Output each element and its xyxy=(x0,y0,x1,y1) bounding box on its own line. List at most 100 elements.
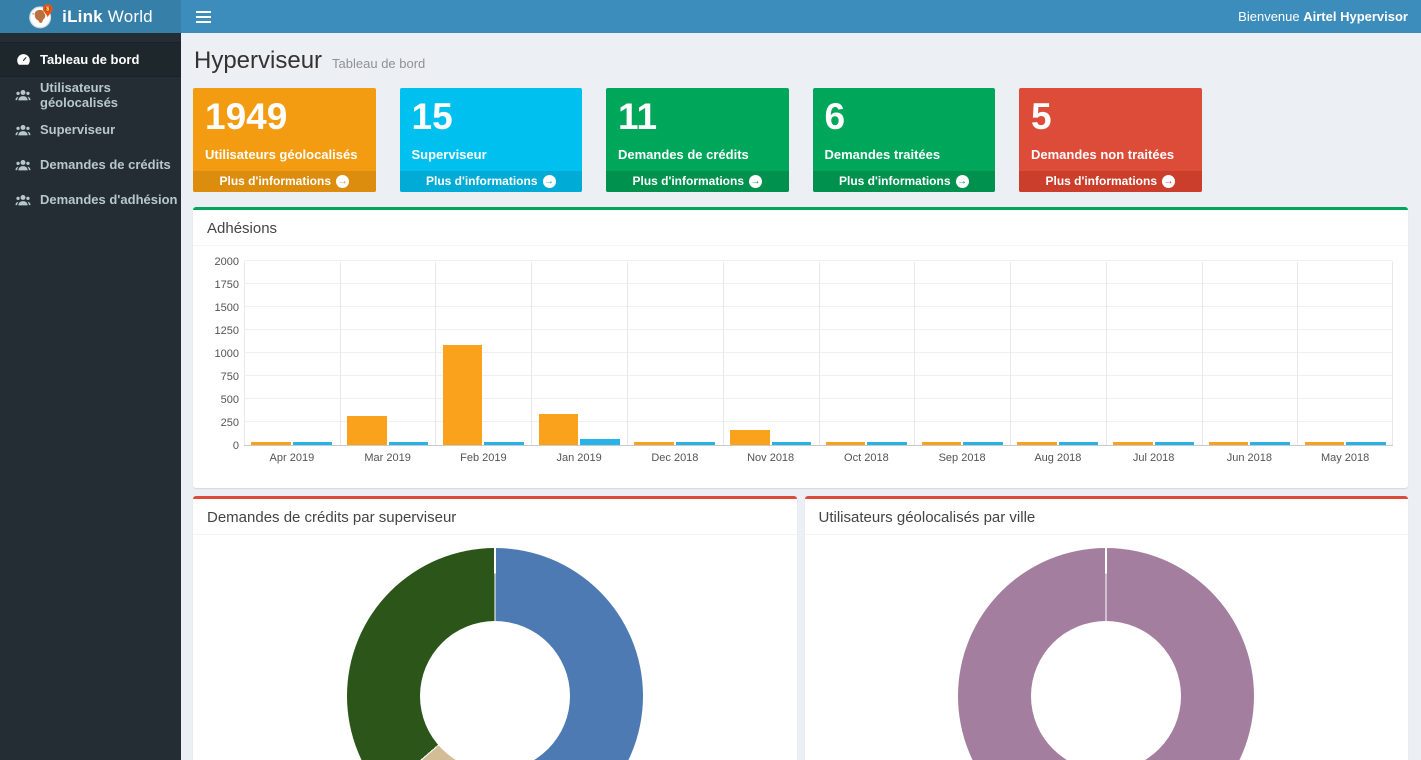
credits-by-supervisor-chart xyxy=(193,535,797,760)
donut-row: Demandes de crédits par superviseur Util… xyxy=(193,496,1408,760)
x-axis-tick-label: Jun 2018 xyxy=(1227,452,1272,464)
bar-group-nov-2018 xyxy=(723,262,819,445)
users-by-city-box: Utilisateurs géolocalisés par ville xyxy=(805,496,1409,760)
stat-card-value: 5 xyxy=(1031,95,1190,139)
users-by-city-chart xyxy=(805,535,1409,760)
stat-card-more-link[interactable]: Plus d'informations → xyxy=(813,171,996,192)
y-axis-tick-label: 1750 xyxy=(205,279,239,291)
bar-group-sep-2018 xyxy=(914,262,1010,445)
main-content: Hyperviseur Tableau de bord 1949Utilisat… xyxy=(181,33,1421,760)
stat-card-value: 11 xyxy=(618,95,777,139)
y-axis-tick-label: 1250 xyxy=(205,325,239,337)
arrow-circle-right-icon: → xyxy=(543,175,556,188)
bar-orange xyxy=(634,442,673,445)
stat-card-more-link[interactable]: Plus d'informations → xyxy=(1019,171,1202,192)
adhesions-box: Adhésions 025050075010001250150017502000… xyxy=(193,207,1408,488)
stat-card-label: Demandes traitées xyxy=(825,147,984,162)
bar-cyan xyxy=(1250,442,1289,445)
dashboard-app: $ iLink World Bienvenue Airtel Hyperviso… xyxy=(0,0,1421,760)
stat-card-inner: 6Demandes traitées xyxy=(813,88,996,162)
stat-cards-row: 1949Utilisateurs géolocalisés Plus d'info… xyxy=(193,88,1408,192)
stat-card-inner: 15Superviseur xyxy=(400,88,583,162)
stat-card-superviseur: 15Superviseur Plus d'informations→ xyxy=(400,88,583,192)
more-link-label: Plus d'informations xyxy=(219,171,331,192)
sidebar-item-label: Demandes d'adhésion xyxy=(40,192,177,207)
brand-logo[interactable]: $ iLink World xyxy=(0,0,181,33)
credits-by-supervisor-box: Demandes de crédits par superviseur xyxy=(193,496,797,760)
users-icon xyxy=(15,194,31,206)
sidebar-item-superviseur[interactable]: Superviseur xyxy=(0,112,181,147)
x-axis-tick-label: Dec 2018 xyxy=(651,452,698,464)
bar-orange xyxy=(443,345,482,445)
stat-card-more-link[interactable]: Plus d'informations → xyxy=(606,171,789,192)
sidebar-item-demandes-d-adhesion[interactable]: Demandes d'adhésion xyxy=(0,182,181,217)
sidebar-item-label: Demandes de crédits xyxy=(40,157,171,172)
globe-pin-logo-icon: $ xyxy=(28,3,55,30)
donut-hole xyxy=(420,621,570,760)
arrow-circle-right-icon: → xyxy=(1162,175,1175,188)
bar-cyan xyxy=(867,442,906,445)
sidebar-item-utilisateurs-geolocalises[interactable]: Utilisateurs géolocalisés xyxy=(0,77,181,112)
bar-orange xyxy=(826,442,865,445)
sidebar-item-label: Tableau de bord xyxy=(40,52,139,67)
stat-card-demandes-de-credits: 11 Demandes de crédits Plus d'informations… xyxy=(606,88,789,192)
x-axis-tick-label: Oct 2018 xyxy=(844,452,889,464)
y-axis-tick-label: 750 xyxy=(205,371,239,383)
user-menu[interactable]: Bienvenue Airtel Hypervisor xyxy=(1225,9,1421,24)
x-axis-tick-label: Feb 2019 xyxy=(460,452,506,464)
stat-card-utilisateurs-geolocalises: 1949Utilisateurs géolocalisés Plus d'info… xyxy=(193,88,376,192)
sidebar-item-demandes-de-credits[interactable]: Demandes de crédits xyxy=(0,147,181,182)
bar-orange xyxy=(1113,442,1152,445)
stat-card-inner: 1949Utilisateurs géolocalisés xyxy=(193,88,376,162)
stat-card-demandes-non-traitees: 5Demandes non traitéesPlus d'information… xyxy=(1019,88,1202,192)
users-donut xyxy=(958,548,1254,760)
bar-group-jul-2018 xyxy=(1106,262,1202,445)
x-axis-tick-label: Jan 2019 xyxy=(556,452,601,464)
bar-cyan xyxy=(963,442,1002,445)
x-axis-tick-label: May 2018 xyxy=(1321,452,1369,464)
page-title: Hyperviseur xyxy=(194,47,322,75)
x-axis-tick-label: Nov 2018 xyxy=(747,452,794,464)
x-axis-tick-label: Sep 2018 xyxy=(939,452,986,464)
bar-orange xyxy=(730,430,769,445)
topbar: $ iLink World Bienvenue Airtel Hyperviso… xyxy=(0,0,1421,33)
arrow-circle-right-icon: → xyxy=(956,175,969,188)
bar-cyan xyxy=(293,442,332,445)
users-icon xyxy=(15,159,31,171)
bar-group-oct-2018 xyxy=(819,262,915,445)
stat-card-label: Demandes de crédits xyxy=(618,147,777,162)
y-axis-tick-label: 500 xyxy=(205,394,239,406)
page-head: Hyperviseur Tableau de bord xyxy=(194,47,1408,75)
more-link-label: Plus d'informations xyxy=(632,171,744,192)
more-link-label: Plus d'informations xyxy=(839,171,951,192)
y-axis-tick-label: 1500 xyxy=(205,302,239,314)
sidebar-menu: Tableau de bord Utilisateurs géolocalisés… xyxy=(0,33,181,217)
bar-cyan xyxy=(1059,442,1098,445)
bar-group-jun-2018 xyxy=(1202,262,1298,445)
bar-orange xyxy=(347,416,386,445)
bar-group-may-2018 xyxy=(1297,262,1393,445)
page-subtitle: Tableau de bord xyxy=(332,56,425,71)
x-axis-tick-label: Apr 2019 xyxy=(270,452,315,464)
stat-card-more-link[interactable]: Plus d'informations→ xyxy=(400,171,583,192)
brand-name: iLink World xyxy=(62,7,153,27)
users-icon xyxy=(15,89,31,101)
credits-by-supervisor-title: Demandes de crédits par superviseur xyxy=(193,499,797,535)
arrow-circle-right-icon: → xyxy=(749,175,762,188)
bar-chart-plot-area xyxy=(244,262,1393,446)
bar-group-apr-2019 xyxy=(244,262,340,445)
x-axis-labels: Apr 2019Mar 2019Feb 2019Jan 2019Dec 2018… xyxy=(244,452,1393,468)
bar-group-mar-2019 xyxy=(340,262,436,445)
bar-orange xyxy=(1017,442,1056,445)
adhesions-box-title: Adhésions xyxy=(193,210,1408,246)
arrow-circle-right-icon: → xyxy=(336,175,349,188)
dashboard-icon xyxy=(15,53,31,66)
stat-card-more-link[interactable]: Plus d'informations → xyxy=(193,171,376,192)
bar-group-aug-2018 xyxy=(1010,262,1106,445)
bar-orange xyxy=(1209,442,1248,445)
bar-cyan xyxy=(1346,442,1385,445)
more-link-label: Plus d'informations xyxy=(1045,171,1157,192)
sidebar-item-tableau-de-bord[interactable]: Tableau de bord xyxy=(0,42,181,77)
hamburger-icon[interactable] xyxy=(181,0,225,33)
bar-group-jan-2019 xyxy=(531,262,627,445)
